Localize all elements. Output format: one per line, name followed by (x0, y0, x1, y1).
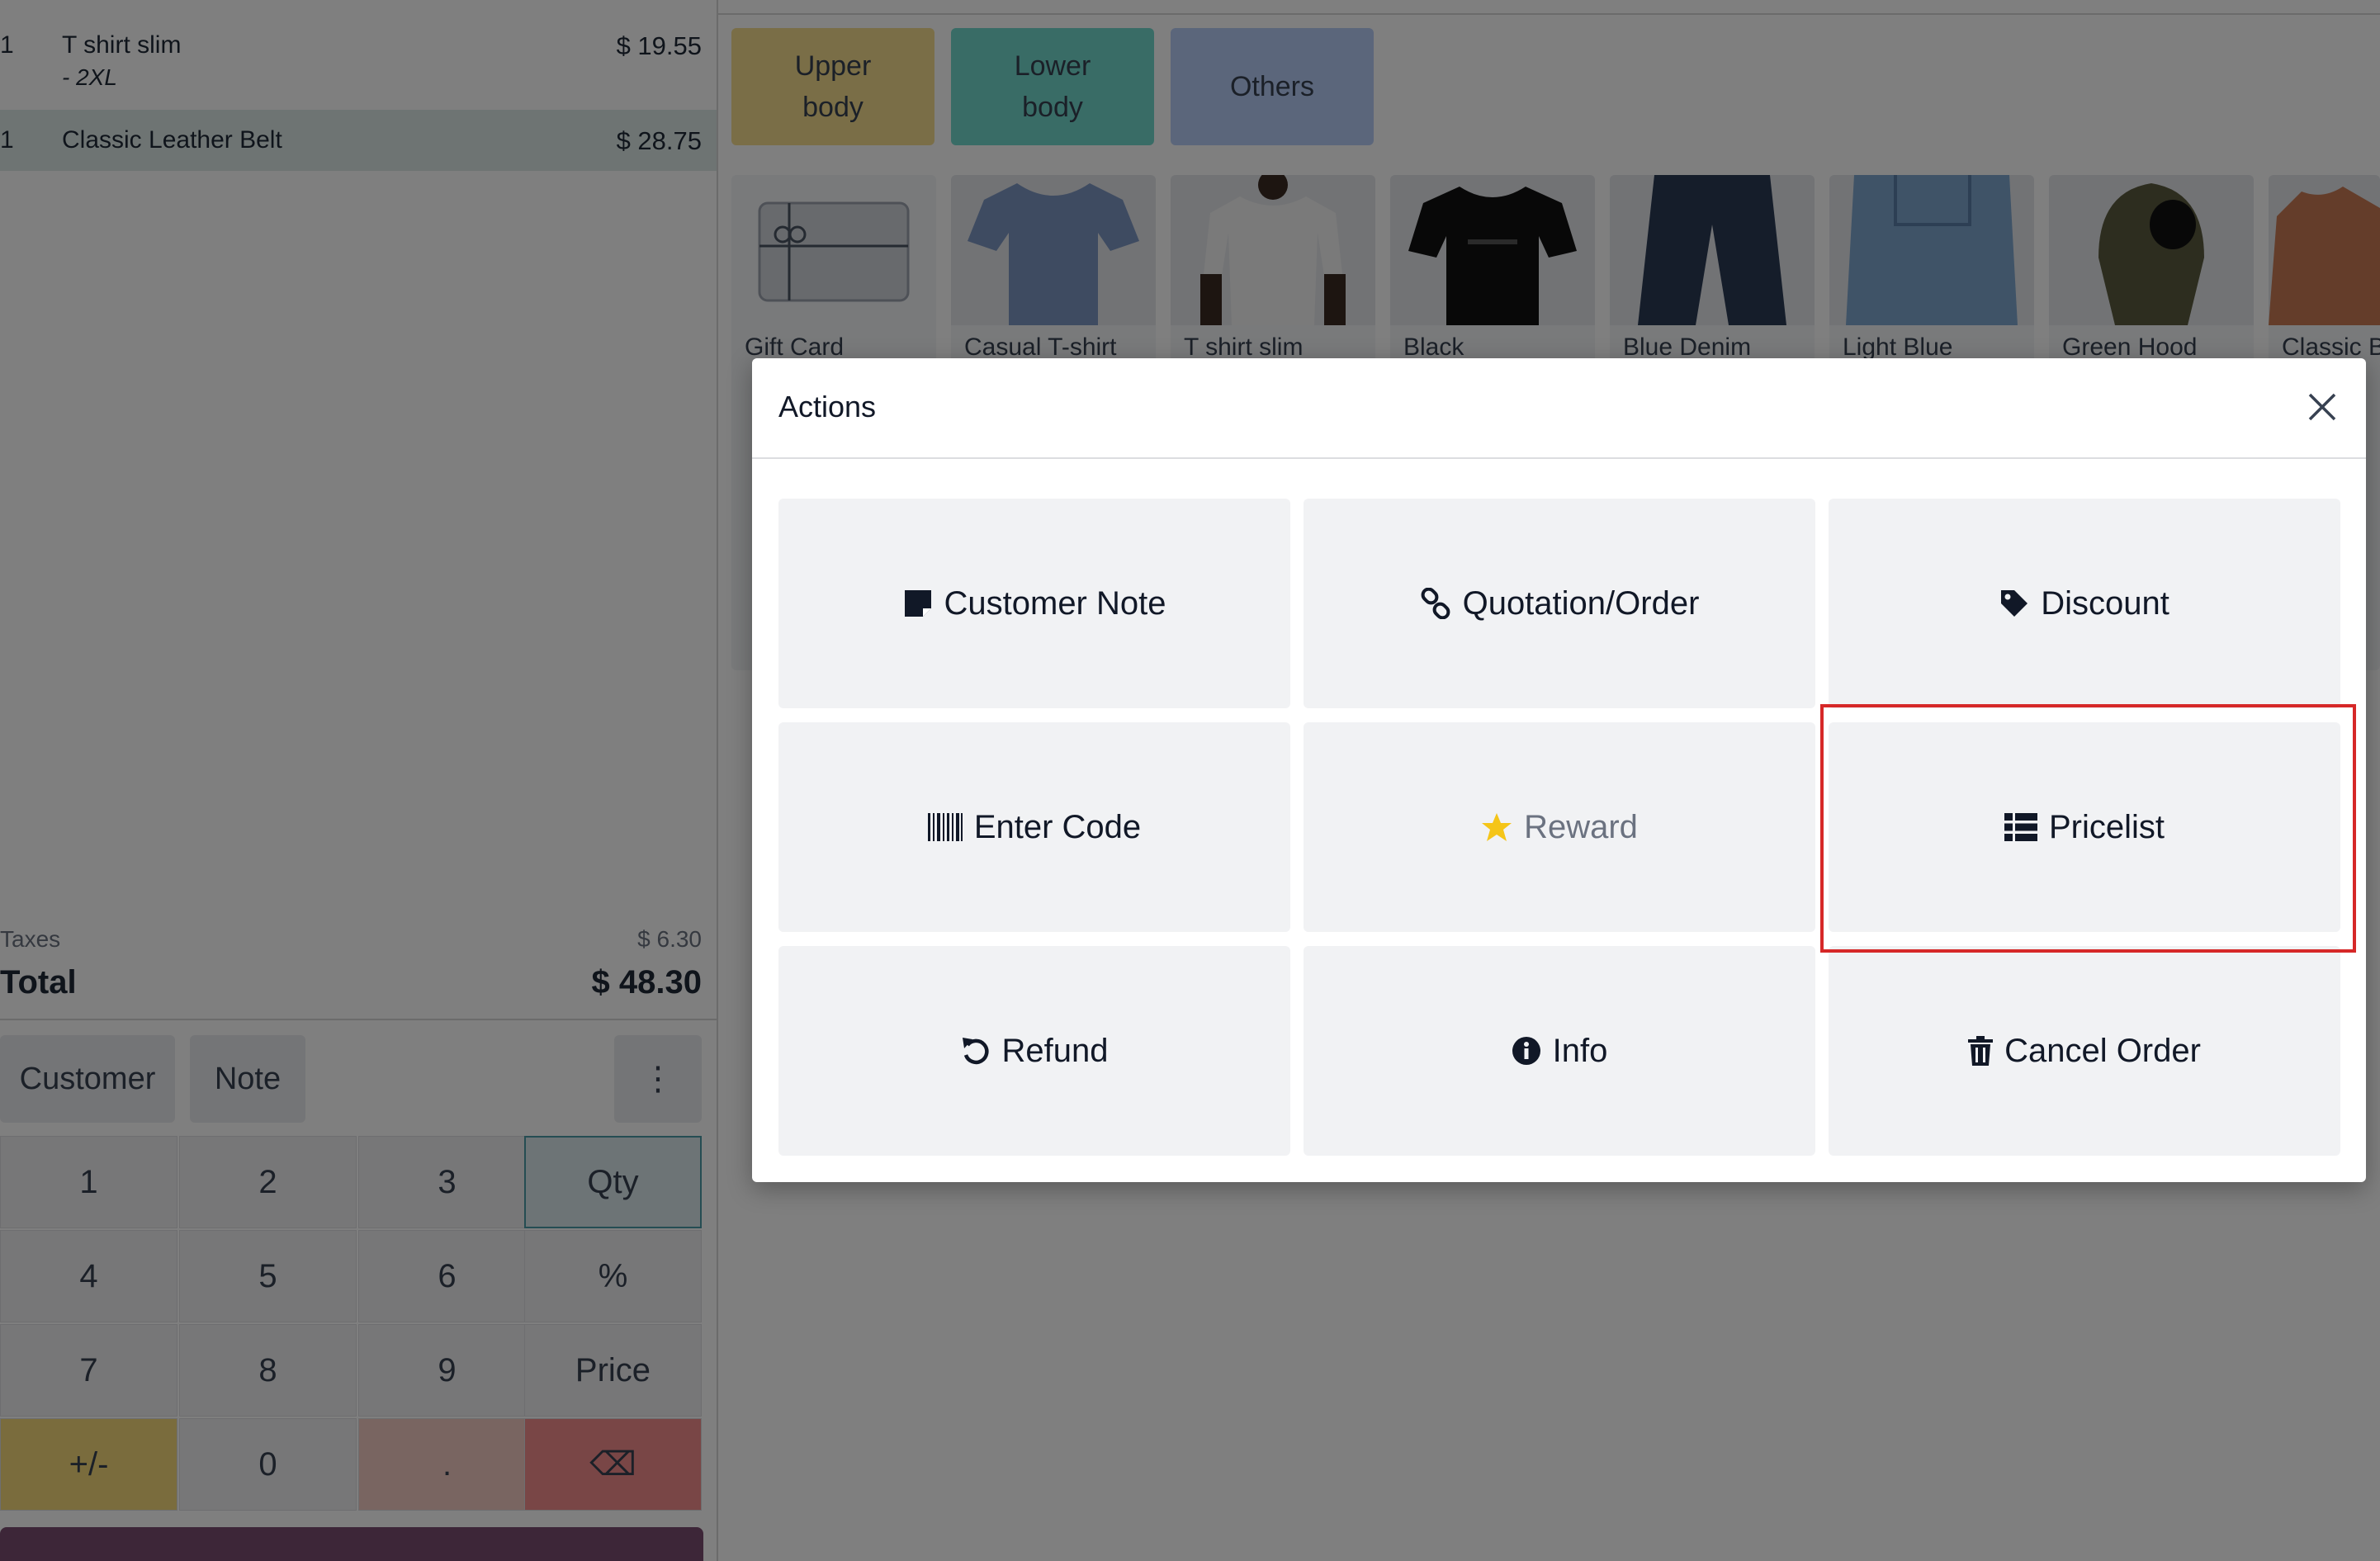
action-label: Reward (1524, 808, 1638, 845)
barcode-icon (927, 813, 963, 841)
action-label: Cancel Order (2004, 1032, 2201, 1069)
close-icon[interactable] (2302, 386, 2343, 428)
quotation-order-button[interactable]: Quotation/Order (1304, 499, 1815, 708)
highlight-annotation (1820, 704, 2356, 953)
action-label: Discount (2041, 584, 2169, 622)
customer-note-button[interactable]: Customer Note (778, 499, 1290, 708)
undo-icon (961, 1036, 991, 1066)
enter-code-button[interactable]: Enter Code (778, 722, 1290, 932)
discount-button[interactable]: Discount (1829, 499, 2340, 708)
action-label: Customer Note (944, 584, 1166, 622)
dialog-title: Actions (778, 390, 877, 423)
tag-icon (1999, 589, 2029, 618)
action-label: Refund (1001, 1032, 1109, 1069)
sticky-note-icon (903, 589, 933, 618)
dialog-header: Actions (752, 358, 2366, 459)
refund-button[interactable]: Refund (778, 946, 1290, 1156)
trash-icon (1968, 1036, 1994, 1066)
action-label: Info (1552, 1032, 1608, 1069)
star-icon (1481, 812, 1512, 842)
action-label: Quotation/Order (1462, 584, 1700, 622)
cancel-order-button[interactable]: Cancel Order (1829, 946, 2340, 1156)
link-icon (1420, 588, 1451, 619)
reward-button[interactable]: Reward (1304, 722, 1815, 932)
info-circle-icon (1512, 1036, 1541, 1066)
action-label: Enter Code (973, 808, 1142, 845)
info-button[interactable]: Info (1304, 946, 1815, 1156)
